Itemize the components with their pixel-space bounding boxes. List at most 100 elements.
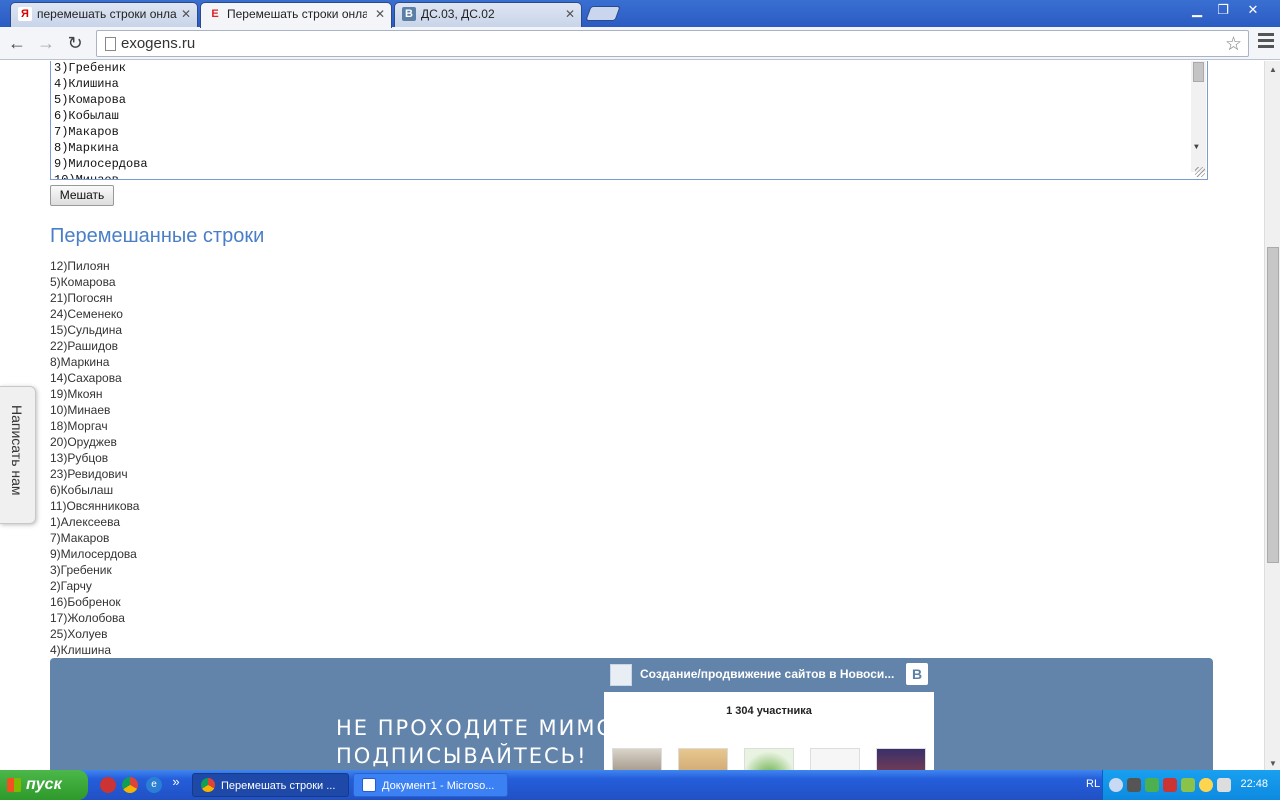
scrollbar-thumb[interactable] (1193, 62, 1204, 82)
quicklaunch-app-icon[interactable] (100, 777, 116, 793)
input-lines-textarea[interactable]: 3)Гребеник 4)Клишина 5)Комарова 6)Кобылаш 7)… (50, 61, 1208, 180)
volume-icon[interactable] (1217, 778, 1231, 792)
system-tray: RL 22:48 (1086, 770, 1280, 800)
result-line: 22)Рашидов (50, 339, 119, 353)
vk-group-name[interactable]: Создание/продвижение сайтов в Новоси... (640, 667, 895, 681)
slogan-line: НЕ ПРОХОДИТЕ МИМО, (336, 716, 624, 740)
result-line: 4)Клишина (50, 643, 111, 657)
avatar[interactable] (612, 748, 662, 770)
vk-logo-icon[interactable]: B (906, 663, 928, 685)
reload-icon[interactable]: ↻ (64, 33, 86, 53)
tab-label: Перемешать строки онлайн (227, 7, 367, 21)
textarea-scrollbar[interactable]: ▼ (1191, 61, 1206, 172)
address-bar[interactable]: exogens.ru ☆ (96, 30, 1249, 57)
result-line: 18)Моргач (50, 419, 108, 433)
menu-icon[interactable] (1258, 33, 1274, 51)
avatar[interactable] (810, 748, 860, 770)
taskbar-window-label: Перемешать строки ... (221, 780, 336, 792)
close-window-icon[interactable]: ✕ (1240, 1, 1266, 18)
result-line: 1)Алексеева (50, 515, 120, 529)
slogan-line: ПОДПИСЫВАЙТЕСЬ! (336, 744, 588, 768)
taskbar-word-window[interactable]: Документ1 - Microso... (353, 773, 508, 797)
tab-label: перемешать строки онлайн (37, 7, 177, 21)
close-icon[interactable]: ✕ (375, 3, 385, 26)
tab-exogens[interactable]: Е Перемешать строки онлайн ✕ (200, 2, 392, 28)
new-tab-button[interactable] (585, 6, 621, 21)
result-line: 9)Милосердова (50, 547, 137, 561)
textarea-line: 8)Маркина (54, 141, 119, 155)
vk-banner: НЕ ПРОХОДИТЕ МИМО, ПОДПИСЫВАЙТЕСЬ! Созда… (50, 658, 1213, 770)
page-content: 3)Гребеник 4)Клишина 5)Комарова 6)Кобылаш 7)… (0, 61, 1264, 770)
result-line: 12)Пилоян (50, 259, 110, 273)
avatar[interactable] (678, 748, 728, 770)
result-line: 8)Маркина (50, 355, 110, 369)
yandex-favicon-icon: Я (18, 7, 32, 21)
resize-grip-icon[interactable] (1195, 167, 1205, 177)
chrome-icon[interactable] (122, 777, 138, 793)
start-label: пуск (26, 776, 62, 793)
mix-button[interactable]: Мешать (50, 185, 114, 206)
tray-expand-icon[interactable] (1109, 778, 1123, 792)
language-indicator[interactable]: RL (1086, 778, 1100, 790)
textarea-line: 9)Милосердова (54, 157, 148, 171)
tray-app-icon[interactable] (1145, 778, 1159, 792)
tray-app-icon[interactable] (1127, 778, 1141, 792)
ie-icon[interactable]: e (146, 777, 162, 793)
windows-logo-icon (7, 778, 21, 792)
result-line: 19)Мкоян (50, 387, 103, 401)
bookmark-star-icon[interactable]: ☆ (1225, 33, 1242, 56)
textarea-line: 3)Гребеник (54, 61, 127, 75)
url-text[interactable]: exogens.ru (121, 35, 195, 52)
forward-arrow-icon[interactable]: → (35, 33, 57, 53)
result-line: 5)Комарова (50, 275, 116, 289)
result-line: 17)Жолобова (50, 611, 125, 625)
clock: 22:48 (1240, 778, 1268, 790)
vk-members-count: 1 304 участника (726, 705, 812, 717)
result-line: 2)Гарчу (50, 579, 92, 593)
scrollbar-thumb[interactable] (1267, 247, 1279, 563)
browser-toolbar: ← → ↻ exogens.ru ☆ (0, 27, 1280, 60)
scroll-down-arrow-icon[interactable]: ▼ (1194, 143, 1199, 152)
tray-app-icon[interactable] (1181, 778, 1195, 792)
close-icon[interactable]: ✕ (181, 3, 191, 26)
result-line: 25)Холуев (50, 627, 108, 641)
feedback-tab[interactable]: Написать нам (0, 386, 36, 524)
result-title: Перемешанные строки (50, 225, 265, 247)
tab-label: ДС.03, ДС.02 (421, 7, 495, 21)
notification-icon[interactable] (1199, 778, 1213, 792)
vk-favicon-icon: B (402, 7, 416, 21)
tray-app-icon[interactable] (1163, 778, 1177, 792)
feedback-label: Написать нам (9, 405, 25, 496)
minimize-icon[interactable]: ▁ (1184, 1, 1210, 18)
vk-slogan: НЕ ПРОХОДИТЕ МИМО, ПОДПИСЫВАЙТЕСЬ! (336, 714, 624, 770)
close-icon[interactable]: ✕ (565, 3, 575, 26)
taskbar-chrome-window[interactable]: Перемешать строки ... (192, 773, 349, 797)
textarea-line: 7)Макаров (54, 125, 119, 139)
start-button[interactable]: пуск (0, 770, 88, 800)
avatar[interactable] (876, 748, 926, 770)
result-line: 14)Сахарова (50, 371, 122, 385)
tab-yandex[interactable]: Я перемешать строки онлайн ✕ (10, 2, 198, 27)
result-line: 11)Овсянникова (50, 499, 140, 513)
taskbar-window-label: Документ1 - Microso... (382, 780, 495, 792)
tab-vk[interactable]: B ДС.03, ДС.02 ✕ (394, 2, 582, 27)
chrome-icon (201, 778, 215, 792)
group-logo-icon[interactable] (610, 664, 632, 686)
scroll-up-arrow-icon[interactable]: ▲ (1269, 65, 1277, 74)
result-line: 21)Погосян (50, 291, 113, 305)
result-line: 24)Семенеко (50, 307, 123, 321)
restore-icon[interactable]: ❐ (1210, 1, 1236, 18)
result-line: 15)Сульдина (50, 323, 123, 337)
scroll-down-arrow-icon[interactable]: ▼ (1269, 759, 1277, 768)
result-line: 6)Кобылаш (50, 483, 114, 497)
page-scrollbar[interactable]: ▲ ▼ (1264, 61, 1280, 770)
avatar[interactable] (744, 748, 794, 770)
result-line: 13)Рубцов (50, 451, 109, 465)
result-line: 7)Макаров (50, 531, 110, 545)
back-arrow-icon[interactable]: ← (6, 33, 28, 53)
textarea-line: 6)Кобылаш (54, 109, 119, 123)
textarea-lines: 3)Гребеник 4)Клишина 5)Комарова 6)Кобылаш 7)… (54, 61, 148, 179)
result-line: 16)Бобренок (50, 595, 121, 609)
chevron-right-icon[interactable]: » (168, 774, 184, 790)
browser-titlebar: Я перемешать строки онлайн ✕ Е Перемешат… (0, 0, 1280, 28)
